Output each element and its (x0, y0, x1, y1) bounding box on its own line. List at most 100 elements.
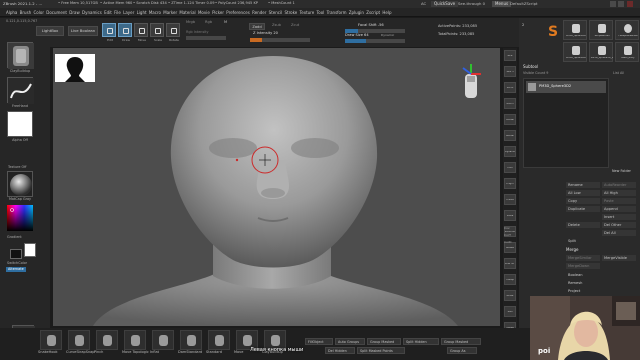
subtool-paste-button[interactable]: Paste (602, 198, 636, 204)
menus-button[interactable]: Menus (492, 1, 512, 7)
draw-size-slider[interactable] (345, 39, 405, 43)
menu-document[interactable]: Document (46, 8, 67, 17)
see-through-slider[interactable]: See-through 0 (458, 2, 485, 6)
menu-texture[interactable]: Texture (300, 8, 315, 17)
view-button-bpr[interactable]: BPR (504, 50, 516, 61)
menu-tool[interactable]: Tool (317, 8, 325, 17)
menu-picker[interactable]: Picker (212, 8, 224, 17)
menu-zplugin[interactable]: Zplugin (349, 8, 364, 17)
subtool-all-low-button[interactable]: All Low (566, 190, 600, 196)
scale-tool-button[interactable]: Scale (150, 23, 164, 42)
menu-layer[interactable]: Layer (123, 8, 134, 17)
side-cort-button[interactable]: CorT (504, 234, 511, 237)
close-button[interactable] (627, 1, 633, 7)
group-masked-button[interactable]: Group Masked (367, 338, 401, 345)
view-button-dynamic-persp[interactable]: Dynamic Persp (504, 146, 516, 157)
quicksave-button[interactable]: QuickSave (431, 1, 459, 7)
menu-stencil[interactable]: Stencil (269, 8, 283, 17)
menu-preferences[interactable]: Preferences (226, 8, 250, 17)
subtool-del-all-button[interactable]: Del All (602, 230, 636, 236)
subtool-rename-button[interactable]: Rename (566, 182, 600, 188)
merge-header[interactable]: Merge (566, 248, 579, 252)
tool-thumb-pm3d-sphere3d[interactable]: PM3D_Sphere3D (563, 20, 587, 40)
alpha-selector[interactable] (7, 111, 33, 137)
subtool-duplicate-button[interactable]: Duplicate (566, 206, 600, 212)
rgb-button[interactable]: Rgb (205, 20, 212, 25)
subtool-insert-button[interactable]: Insert (602, 214, 636, 220)
subtool-append-button[interactable]: Append (602, 206, 636, 212)
color-picker-square[interactable] (7, 205, 33, 231)
menu-draw[interactable]: Draw (69, 8, 79, 17)
merge-mergedown-button[interactable]: MergeDown (566, 263, 600, 269)
minimize-button[interactable] (610, 1, 616, 7)
menu-help[interactable]: Help (382, 8, 391, 17)
orientation-gizmo[interactable] (457, 62, 485, 102)
color-picker[interactable] (7, 205, 33, 231)
auto-groups-button[interactable]: Auto Groups (335, 338, 365, 345)
menu-transform[interactable]: Transform (327, 8, 347, 17)
project-section[interactable]: Project (568, 289, 580, 294)
menu-brush[interactable]: Brush (20, 8, 32, 17)
side-cord-button[interactable]: CorD (504, 241, 511, 244)
menu-material[interactable]: Material (179, 8, 195, 17)
switch-color-button[interactable]: SwitchColor (7, 261, 27, 265)
lightbox-button[interactable]: LightBox (36, 26, 64, 36)
draw-tool-button[interactable]: Draw (118, 23, 132, 42)
simple-brush-tool[interactable]: S (545, 22, 559, 40)
tool-thumb-tsbspherebrush[interactable]: TSBSphereBrush (615, 20, 639, 40)
view-button-actual[interactable]: Actual (504, 114, 516, 125)
view-button-l-sym[interactable]: L.Sym (504, 178, 516, 189)
group-masked-button-2[interactable]: Group Masked (441, 338, 481, 345)
boolean-section[interactable]: Boolean (568, 273, 583, 278)
dynamic-toggle[interactable]: Dynamic (381, 34, 394, 37)
mrgb-button[interactable]: Mrgb (186, 20, 195, 25)
del-hidden-button[interactable]: Del Hidden (325, 347, 355, 354)
subtool-copy-button[interactable]: Copy (566, 198, 600, 204)
view-button-aahalf[interactable]: AAHalf (504, 130, 516, 141)
menu-marker[interactable]: Marker (163, 8, 177, 17)
menu-movie[interactable]: Movie (198, 8, 210, 17)
brush-damstandard-button[interactable] (180, 330, 202, 350)
gradient-label[interactable]: Gradient (7, 235, 22, 239)
default-zscript-button[interactable]: DefaultZScript (510, 2, 538, 6)
brush-curvestrapsnap-button[interactable] (68, 330, 90, 350)
view-button-ghost[interactable]: Ghost (504, 290, 516, 301)
edit-tool-button[interactable]: Edit (102, 23, 116, 42)
visible-count[interactable]: Visible Count 9 (523, 71, 548, 75)
zsub-button[interactable]: Zsub (272, 23, 281, 28)
rgb-intensity-track[interactable] (186, 36, 226, 40)
rgb-intensity-slider[interactable]: Rgb Intensity (186, 30, 209, 34)
menu-stroke[interactable]: Stroke (285, 8, 298, 17)
tool-thumb-pm3d-sphere3d-1[interactable]: PM3D_Sphere3D_1 (589, 42, 613, 62)
material-selector[interactable] (7, 171, 33, 197)
main-color-swatch[interactable] (24, 243, 36, 257)
tool-thumb-pm3d-sphere3d[interactable]: PM3D_Sphere3D (563, 42, 587, 62)
menu-edit[interactable]: Edit (104, 8, 112, 17)
active-subtool-row[interactable]: PM3D_Sphere3D2 (526, 81, 606, 93)
texture-name[interactable]: Texture Off (0, 165, 40, 169)
tool-thumb-babo-body[interactable]: Babo_body (615, 42, 639, 62)
secondary-color-swatch[interactable] (10, 249, 22, 259)
menu-dynamics[interactable]: Dynamics (82, 8, 102, 17)
stroke-selector[interactable] (7, 77, 34, 104)
live-boolean-button[interactable]: Live Boolean (68, 26, 98, 36)
subtool-autoreorder-button[interactable]: AutoReorder (602, 182, 636, 188)
zcut-button[interactable]: Zcut (291, 23, 299, 28)
remesh-section[interactable]: Remesh (568, 281, 582, 286)
subtool-header[interactable]: Subtool (523, 65, 538, 69)
split-hidden-button[interactable]: Split Hidden (403, 338, 439, 345)
menu-zscript[interactable]: Zscript (366, 8, 380, 17)
brush-snakehook-button[interactable] (40, 330, 62, 350)
alternate-button[interactable]: Alternate (6, 267, 26, 273)
view-button-scroll[interactable]: Scroll (504, 82, 516, 93)
tool-thumb-simplebrush[interactable]: SimpleBrush (589, 20, 613, 40)
fill-object-button[interactable]: FillObject (305, 338, 333, 345)
view-button-frame[interactable]: Frame (504, 194, 516, 205)
subtool-list[interactable]: PM3D_Sphere3D2 (523, 78, 609, 168)
list-all-button[interactable]: List All (613, 71, 624, 75)
merge-mergevisible-button[interactable]: MergeVisible (602, 255, 636, 261)
z-intensity-slider[interactable] (250, 38, 310, 42)
view-button-zoom[interactable]: Zoom (504, 98, 516, 109)
subtool-del-other-button[interactable]: Del Other (602, 222, 636, 228)
view-button-line-fill-polyf[interactable]: Line Fill PolyF (504, 258, 516, 269)
